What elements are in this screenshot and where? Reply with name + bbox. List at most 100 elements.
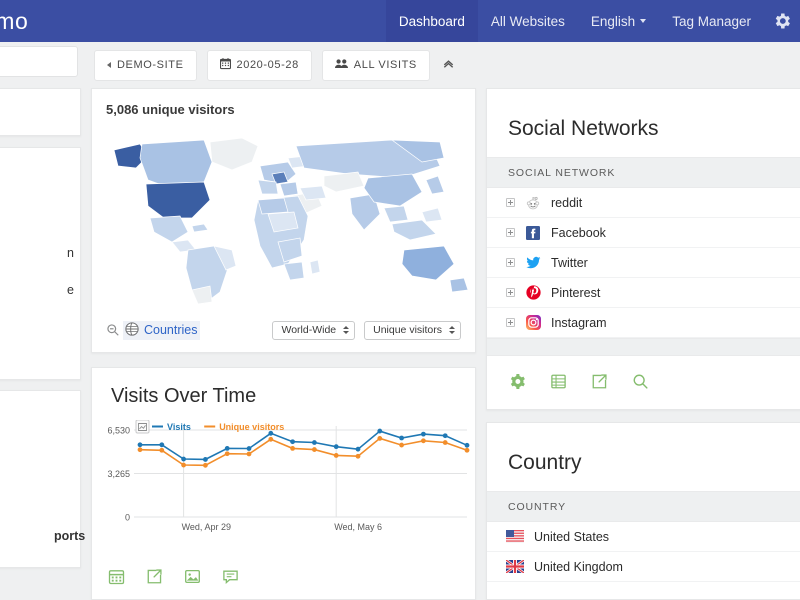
site-selector-button[interactable]: DEMO-SITE	[94, 49, 197, 81]
list-item-label: Pinterest	[551, 285, 601, 300]
svg-text:Unique visitors: Unique visitors	[219, 422, 284, 432]
nav-item-tag-manager-label: Tag Manager	[672, 13, 751, 29]
table-row[interactable]: United Kingdom	[487, 552, 800, 582]
report-toolbar: DEMO-SITE 2020-05-28 ALL VISITS	[0, 42, 800, 88]
world-map[interactable]	[92, 122, 475, 307]
list-item[interactable]: reddit	[487, 188, 800, 218]
svg-text:6,530: 6,530	[107, 426, 130, 436]
table-row-label: United States	[534, 529, 610, 544]
segment-selector-button[interactable]: ALL VISITS	[321, 49, 430, 81]
top-navigation-bar: omo Dashboard All Websites English Tag M…	[0, 0, 800, 42]
collapse-toolbar-button[interactable]	[440, 57, 457, 73]
region-select-value: World-Wide	[281, 324, 337, 336]
svg-text:0: 0	[125, 513, 130, 523]
matomo-logo[interactable]: omo	[0, 0, 28, 42]
nav-item-dashboard[interactable]: Dashboard	[385, 0, 478, 42]
export-icon[interactable]	[146, 568, 163, 585]
visits-over-time-title: Visits Over Time	[111, 385, 257, 407]
pinterest-icon	[525, 285, 541, 301]
countries-link[interactable]: Countries	[123, 320, 200, 340]
annotation-icon[interactable]	[222, 568, 239, 585]
sidebar-widget-top	[0, 88, 81, 136]
instagram-icon	[525, 315, 541, 331]
sidebar-fragment-top: n	[67, 246, 74, 260]
gear-icon	[772, 11, 792, 31]
gear-icon[interactable]	[509, 373, 526, 390]
metric-select[interactable]: Unique visitors	[364, 320, 461, 340]
expand-row-icon[interactable]	[506, 288, 515, 297]
social-networks-widget: Social Networks SOCIAL NETWORK reddit Fa…	[486, 88, 800, 410]
export-icon[interactable]	[591, 373, 608, 390]
select-arrows-icon	[343, 326, 350, 334]
visits-over-time-chart[interactable]: 0 3,265 6,530 Wed, Apr 29 Wed, May 6 Visits Un…	[92, 420, 475, 540]
visits-widget-footer-icons	[108, 568, 239, 585]
flag-us-icon	[506, 530, 524, 543]
svg-text:Wed, Apr 29: Wed, Apr 29	[182, 522, 231, 532]
svg-text:Wed, May 6: Wed, May 6	[334, 522, 382, 532]
calendar-icon[interactable]	[108, 568, 125, 585]
date-selector-button[interactable]: 2020-05-28	[206, 49, 312, 81]
search-input[interactable]	[0, 46, 78, 77]
country-widget: Country COUNTRY United States United Kin…	[486, 422, 800, 600]
chevron-left-icon	[107, 62, 111, 68]
site-selector-label: DEMO-SITE	[117, 59, 184, 71]
list-item-label: Instagram	[551, 315, 607, 330]
date-selector-label: 2020-05-28	[236, 59, 299, 71]
list-item[interactable]: Instagram	[487, 308, 800, 338]
nav-item-dashboard-label: Dashboard	[398, 13, 465, 29]
search-icon[interactable]	[632, 373, 649, 390]
social-networks-footer-strip	[487, 338, 800, 356]
country-column-header-label: COUNTRY	[508, 500, 567, 513]
nav-item-all-websites-label: All Websites	[490, 13, 565, 29]
country-column-header: COUNTRY	[487, 491, 800, 522]
country-list: United States United Kingdom	[487, 522, 800, 582]
visitor-map-widget: 5,086 unique visitors Countries World-Wi…	[91, 88, 476, 353]
select-arrows-icon	[449, 326, 455, 334]
nav-item-english-label: English	[590, 13, 636, 29]
svg-text:3,265: 3,265	[107, 469, 130, 479]
social-widget-footer-icons	[509, 373, 649, 390]
twitter-icon	[525, 255, 541, 271]
segment-selector-label: ALL VISITS	[353, 59, 417, 71]
country-title: Country	[508, 451, 582, 474]
map-unique-visitors-title: 5,086 unique visitors	[106, 102, 235, 117]
nav-item-english[interactable]: English	[578, 0, 659, 42]
sidebar-widget-bottom: ports	[0, 390, 85, 568]
social-networks-title: Social Networks	[508, 117, 659, 140]
chevron-down-icon	[640, 19, 647, 23]
expand-row-icon[interactable]	[506, 318, 515, 327]
calendar-icon	[219, 57, 231, 73]
metric-select-value: Unique visitors	[373, 324, 442, 336]
list-item-label: reddit	[551, 195, 583, 210]
list-item[interactable]: Pinterest	[487, 278, 800, 308]
expand-row-icon[interactable]	[506, 198, 515, 207]
country-header: Country	[487, 423, 800, 491]
expand-row-icon[interactable]	[506, 258, 515, 267]
table-row-label: United Kingdom	[534, 559, 623, 574]
image-icon[interactable]	[184, 568, 201, 585]
chevron-up-icon	[442, 58, 455, 73]
nav-item-tag-manager[interactable]: Tag Manager	[659, 0, 764, 42]
map-select-group: World-Wide Unique visitors	[272, 320, 461, 340]
reddit-icon	[525, 195, 541, 211]
social-networks-header: Social Networks	[487, 89, 800, 157]
visits-over-time-widget: Visits Over Time 0 3,265 6,530 Wed, Apr 29 W…	[91, 367, 476, 600]
table-icon[interactable]	[550, 373, 567, 390]
countries-link-label: Countries	[144, 323, 198, 337]
nav-settings-button[interactable]	[764, 0, 800, 42]
sidebar-fragment-reports: ports	[54, 529, 86, 543]
list-item[interactable]: Twitter	[487, 248, 800, 278]
globe-icon	[125, 321, 139, 339]
magnifier-icon[interactable]	[106, 323, 120, 337]
svg-text:Visits: Visits	[167, 422, 191, 432]
nav-item-all-websites[interactable]: All Websites	[478, 0, 578, 42]
table-row[interactable]: United States	[487, 522, 800, 552]
region-select[interactable]: World-Wide	[272, 320, 356, 340]
sidebar-fragment-mid: e	[67, 283, 74, 297]
list-item[interactable]: Facebook	[487, 218, 800, 248]
expand-row-icon[interactable]	[506, 228, 515, 237]
segment-icon	[334, 58, 348, 72]
sidebar-widget-middle: n e	[0, 147, 81, 380]
social-networks-list: reddit Facebook Twitter Pinterest Instag…	[487, 188, 800, 338]
